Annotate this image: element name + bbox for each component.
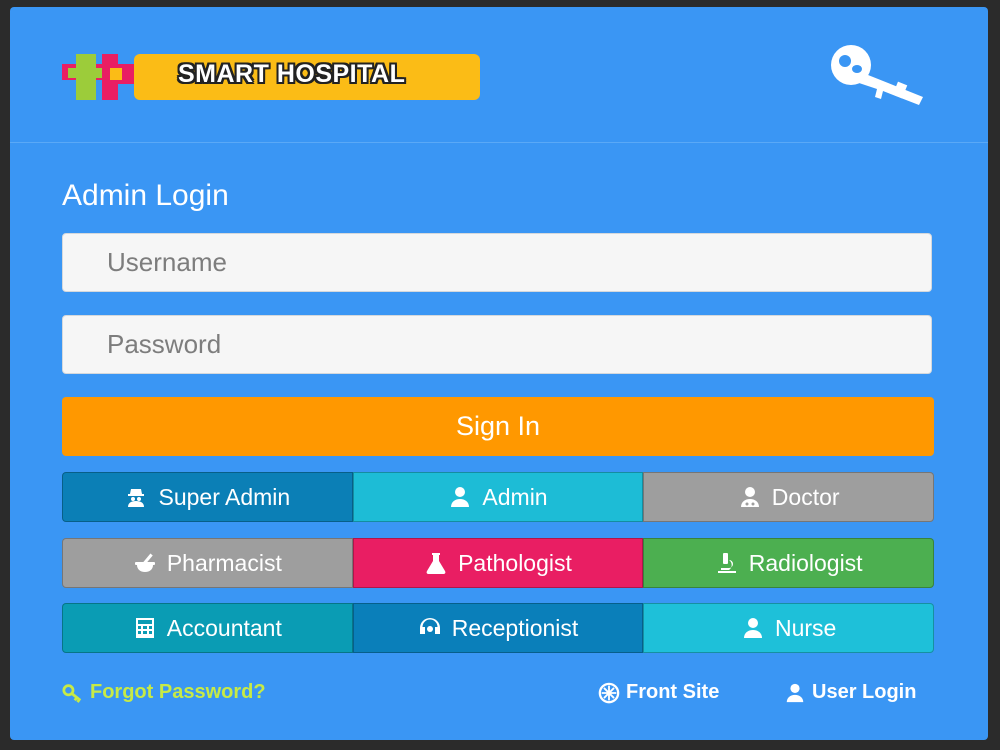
forgot-password-link[interactable]: Forgot Password?	[62, 681, 266, 704]
sign-in-button[interactable]: Sign In	[62, 397, 934, 456]
role-label: Super Admin	[158, 483, 291, 510]
role-label: Pharmacist	[166, 549, 282, 576]
globe-icon	[598, 682, 620, 703]
role-label: Radiologist	[748, 549, 863, 576]
user-icon	[786, 683, 804, 702]
role-pathologist-button[interactable]: Pathologist	[352, 538, 644, 588]
role-row: Super Admin Admin Doctor	[62, 472, 935, 522]
forgot-password-label: Forgot Password?	[90, 681, 266, 703]
role-row: Pharmacist Pathologist Radiologist	[62, 538, 935, 588]
user-login-link[interactable]: User Login	[784, 681, 916, 704]
user-login-label: User Login	[812, 681, 917, 703]
login-title: Admin Login	[62, 179, 229, 212]
role-admin-button[interactable]: Admin	[352, 472, 644, 522]
role-pharmacist-button[interactable]: Pharmacist	[62, 538, 353, 588]
key-icon	[62, 683, 82, 703]
role-label: Accountant	[166, 614, 282, 641]
user-icon	[451, 487, 470, 507]
user-icon	[744, 618, 762, 638]
mortar-pestle-icon	[134, 553, 155, 572]
front-site-label: Front Site	[626, 681, 720, 703]
role-receptionist-button[interactable]: Receptionist	[352, 603, 644, 653]
role-super-admin-button[interactable]: Super Admin	[62, 472, 353, 522]
role-label: Pathologist	[458, 549, 572, 576]
brand-logo: SMART HOSPITAL	[62, 54, 480, 100]
panel-header: SMART HOSPITAL	[10, 7, 988, 143]
flask-icon	[426, 553, 446, 574]
headset-icon	[419, 618, 440, 634]
calculator-icon	[135, 618, 154, 638]
hospital-cross-icon	[62, 54, 138, 100]
role-label: Doctor	[771, 483, 840, 510]
user-secret-icon	[128, 489, 145, 507]
brand-name: SMART HOSPITAL	[178, 60, 406, 88]
role-radiologist-button[interactable]: Radiologist	[643, 538, 935, 588]
role-row: Accountant Receptionist Nurse	[62, 603, 935, 653]
role-doctor-button[interactable]: Doctor	[643, 472, 935, 522]
login-panel: SMART HOSPITAL Admin Login Sign In Super…	[10, 7, 988, 740]
front-site-link[interactable]: Front Site	[598, 681, 719, 704]
role-accountant-button[interactable]: Accountant	[62, 603, 353, 653]
role-label: Receptionist	[451, 614, 579, 641]
key-icon	[831, 45, 923, 105]
role-nurse-button[interactable]: Nurse	[643, 603, 935, 653]
role-label: Admin	[482, 483, 548, 510]
password-input[interactable]	[62, 315, 932, 374]
role-label: Nurse	[775, 614, 837, 641]
user-md-icon	[740, 487, 759, 507]
username-input[interactable]	[62, 233, 932, 292]
microscope-icon	[717, 553, 736, 573]
